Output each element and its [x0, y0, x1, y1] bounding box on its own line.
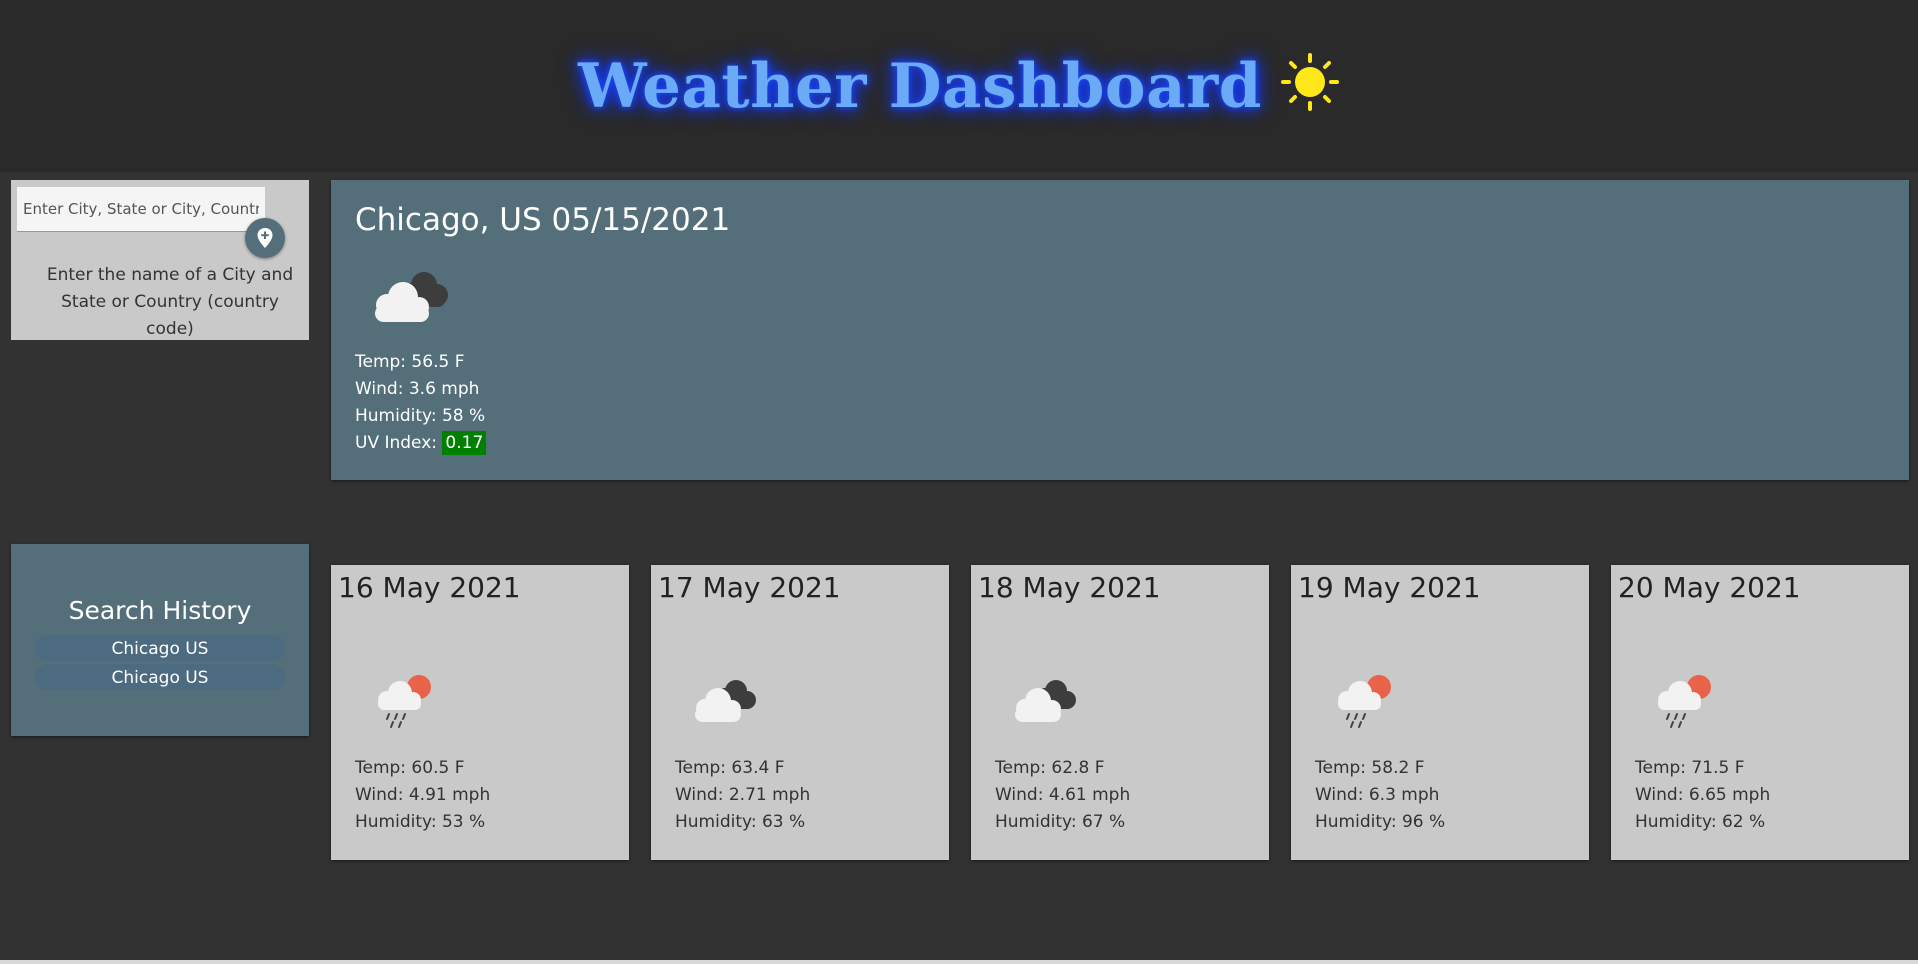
- forecast-card-day-4: 19 May 2021 Temp: 58.2 F Wind: 6.3 mph H…: [1291, 565, 1589, 860]
- forecast-card-day-1: 16 May 2021 Temp: 60.5 F Wind: 4.91 mph …: [331, 565, 629, 860]
- forecast-wind: Wind: 6.65 mph: [1635, 785, 1771, 805]
- forecast-wind: Wind: 2.71 mph: [675, 785, 811, 805]
- forecast-date: 17 May 2021: [658, 571, 841, 604]
- current-weather-panel: Chicago, US 05/15/2021 Temp: 56.5 F Wind…: [331, 180, 1909, 480]
- forecast-date: 18 May 2021: [978, 571, 1161, 604]
- current-city-date: Chicago, US 05/15/2021: [355, 202, 731, 238]
- search-history-title: Search History: [68, 596, 252, 625]
- forecast-card-day-2: 17 May 2021 Temp: 63.4 F Wind: 2.71 mph …: [651, 565, 949, 860]
- search-help-text: Enter the name of a City and State or Co…: [46, 265, 294, 339]
- app-header: Weather Dashboard: [0, 0, 1918, 172]
- current-humidity: Humidity: 58 %: [355, 406, 486, 426]
- forecast-stats: Temp: 71.5 F Wind: 6.65 mph Humidity: 62…: [1635, 755, 1770, 836]
- city-search-input[interactable]: [17, 187, 265, 232]
- forecast-humidity: Humidity: 62 %: [1635, 812, 1766, 832]
- current-wind: Wind: 3.6 mph: [355, 379, 480, 399]
- forecast-humidity: Humidity: 67 %: [995, 812, 1126, 832]
- sun-icon: [1280, 53, 1339, 111]
- search-panel: Enter the name of a City and State or Co…: [11, 180, 309, 340]
- forecast-date: 20 May 2021: [1618, 571, 1801, 604]
- uv-badge: 0.17: [442, 431, 487, 455]
- forecast-humidity: Humidity: 63 %: [675, 812, 806, 832]
- sun-rain-icon: [1338, 675, 1391, 728]
- forecast-stats: Temp: 60.5 F Wind: 4.91 mph Humidity: 53…: [355, 755, 490, 836]
- forecast-stats: Temp: 62.8 F Wind: 4.61 mph Humidity: 67…: [995, 755, 1130, 836]
- forecast-wind: Wind: 6.3 mph: [1315, 785, 1440, 805]
- current-temp: Temp: 56.5 F: [355, 352, 465, 372]
- forecast-humidity: Humidity: 96 %: [1315, 812, 1446, 832]
- forecast-humidity: Humidity: 53 %: [355, 812, 486, 832]
- sun-rain-icon: [1658, 675, 1711, 728]
- forecast-date: 16 May 2021: [338, 571, 521, 604]
- cloudy-icon: [1015, 680, 1076, 722]
- forecast-stats: Temp: 58.2 F Wind: 6.3 mph Humidity: 96 …: [1315, 755, 1445, 836]
- cloudy-icon: [375, 272, 448, 322]
- current-uv-index: UV Index: 0.17: [355, 430, 487, 457]
- current-stats: Temp: 56.5 F Wind: 3.6 mph Humidity: 58 …: [355, 349, 487, 457]
- app-title: Weather Dashboard: [578, 50, 1262, 122]
- forecast-temp: Temp: 62.8 F: [995, 758, 1105, 778]
- search-history-panel: Search History Chicago US Chicago US: [11, 544, 309, 736]
- forecast-wind: Wind: 4.61 mph: [995, 785, 1131, 805]
- bottom-divider: [0, 960, 1918, 964]
- location-pin-icon: [257, 228, 273, 248]
- forecast-temp: Temp: 58.2 F: [1315, 758, 1425, 778]
- search-history-list: Chicago US Chicago US: [11, 635, 309, 690]
- forecast-card-day-5: 20 May 2021 Temp: 71.5 F Wind: 6.65 mph …: [1611, 565, 1909, 860]
- search-button[interactable]: [245, 218, 285, 258]
- forecast-wind: Wind: 4.91 mph: [355, 785, 491, 805]
- forecast-stats: Temp: 63.4 F Wind: 2.71 mph Humidity: 63…: [675, 755, 810, 836]
- forecast-date: 19 May 2021: [1298, 571, 1481, 604]
- forecast-temp: Temp: 63.4 F: [675, 758, 785, 778]
- forecast-temp: Temp: 60.5 F: [355, 758, 465, 778]
- history-item[interactable]: Chicago US: [35, 664, 285, 690]
- history-item[interactable]: Chicago US: [35, 635, 285, 661]
- sun-rain-icon: [378, 675, 431, 728]
- forecast-card-day-3: 18 May 2021 Temp: 62.8 F Wind: 4.61 mph …: [971, 565, 1269, 860]
- forecast-temp: Temp: 71.5 F: [1635, 758, 1745, 778]
- cloudy-icon: [695, 680, 756, 722]
- uv-label: UV Index:: [355, 433, 438, 453]
